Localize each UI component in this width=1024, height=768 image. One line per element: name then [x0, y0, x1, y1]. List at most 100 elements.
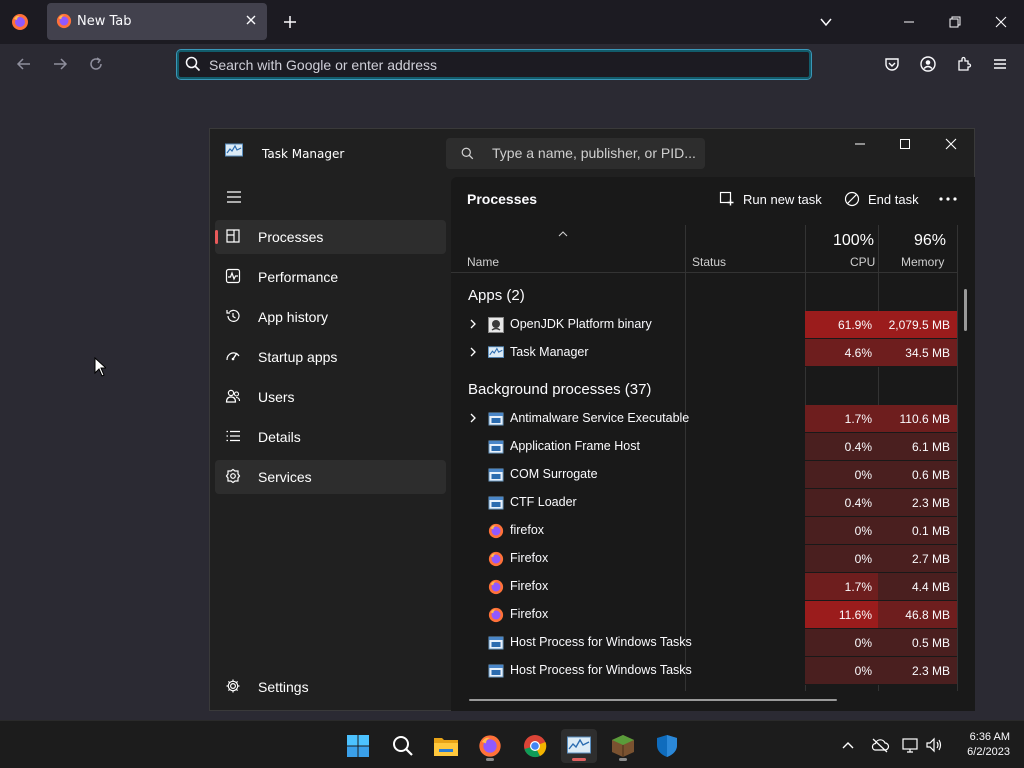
- list-tabs-chevron-icon[interactable]: [814, 10, 838, 34]
- column-status-header[interactable]: Status: [692, 255, 726, 269]
- taskbar-task-manager[interactable]: [561, 729, 597, 763]
- panel-title: Processes: [467, 191, 538, 207]
- firefox-icon: [478, 734, 502, 758]
- process-row[interactable]: Firefox 11.6% 46.8 MB: [451, 601, 957, 629]
- close-tab-icon[interactable]: [243, 12, 259, 28]
- taskbar-search-button[interactable]: [385, 729, 421, 763]
- taskbar-windows-security[interactable]: [649, 729, 685, 763]
- process-search-input[interactable]: [492, 144, 697, 162]
- run-new-task-button[interactable]: Run new task: [719, 189, 822, 209]
- column-memory-header[interactable]: Memory: [901, 255, 944, 269]
- process-cpu: 0.4%: [805, 433, 878, 461]
- process-name: Task Manager: [510, 345, 589, 359]
- process-row[interactable]: Task Manager 4.6% 34.5 MB: [451, 339, 957, 367]
- process-row[interactable]: Antimalware Service Executable 1.7% 110.6 …: [451, 405, 957, 433]
- taskbar-firefox[interactable]: [472, 729, 508, 763]
- expand-chevron-icon[interactable]: [469, 413, 477, 423]
- nav-item-details[interactable]: Details: [215, 420, 446, 454]
- firefox-menu-icon[interactable]: [8, 10, 32, 34]
- process-row[interactable]: COM Surrogate 0% 0.6 MB: [451, 461, 957, 489]
- nav-item-users[interactable]: Users: [215, 380, 446, 414]
- cpu-total-percent: 100%: [833, 232, 874, 249]
- process-row[interactable]: firefox 0% 0.1 MB: [451, 517, 957, 545]
- minimize-icon[interactable]: [897, 10, 921, 34]
- process-row[interactable]: Application Frame Host 0.4% 6.1 MB: [451, 433, 957, 461]
- minecraft-icon: [611, 734, 635, 758]
- firefox-tab-icon: [56, 13, 72, 29]
- group-header-apps[interactable]: Apps (2): [468, 287, 525, 304]
- process-row[interactable]: Firefox 0% 2.7 MB: [451, 545, 957, 573]
- new-tab-plus-icon[interactable]: [278, 10, 302, 34]
- history-icon: [225, 308, 241, 324]
- nav-item-processes[interactable]: Processes: [215, 220, 446, 254]
- account-icon[interactable]: [916, 52, 940, 76]
- nav-label: Processes: [258, 229, 324, 245]
- restore-icon[interactable]: [943, 10, 967, 34]
- chrome-icon: [523, 734, 547, 758]
- process-name: CTF Loader: [510, 495, 577, 509]
- processes-icon: [225, 228, 241, 244]
- taskbar-file-explorer[interactable]: [428, 729, 464, 763]
- window-icon: [488, 411, 504, 427]
- url-bar[interactable]: [176, 49, 812, 80]
- url-input[interactable]: [209, 56, 799, 74]
- nav-item-app-history[interactable]: App history: [215, 300, 446, 334]
- process-memory: 110.6 MB: [878, 405, 957, 433]
- pocket-icon[interactable]: [880, 52, 904, 76]
- start-button[interactable]: [340, 729, 376, 763]
- close-window-icon[interactable]: [989, 10, 1013, 34]
- reload-icon[interactable]: [84, 52, 108, 76]
- nav-item-settings[interactable]: Settings: [215, 670, 446, 704]
- process-row[interactable]: Host Process for Windows Tasks 0% 0.5 MB: [451, 629, 957, 657]
- process-row[interactable]: CTF Loader 0.4% 2.3 MB: [451, 489, 957, 517]
- nav-label: Services: [258, 469, 312, 485]
- end-task-label: End task: [868, 191, 919, 207]
- nav-item-performance[interactable]: Performance: [215, 260, 446, 294]
- forward-arrow-icon[interactable]: [48, 52, 72, 76]
- close-window-icon[interactable]: [939, 132, 963, 156]
- back-arrow-icon[interactable]: [12, 52, 36, 76]
- more-options-icon[interactable]: [936, 187, 960, 211]
- column-name-header[interactable]: Name: [467, 255, 499, 269]
- vertical-scrollbar-thumb[interactable]: [964, 289, 967, 331]
- network-icon[interactable]: [898, 733, 922, 757]
- nav-item-startup-apps[interactable]: Startup apps: [215, 340, 446, 374]
- extensions-icon[interactable]: [952, 52, 976, 76]
- horizontal-scrollbar-thumb[interactable]: [469, 699, 837, 701]
- taskbar-clock[interactable]: 6:36 AM 6/2/2023: [967, 730, 1010, 760]
- firefox-icon: [488, 579, 504, 595]
- end-task-button[interactable]: End task: [844, 189, 919, 209]
- taskbar-minecraft[interactable]: [605, 729, 641, 763]
- hamburger-menu-icon[interactable]: [988, 52, 1012, 76]
- process-memory: 0.5 MB: [878, 629, 957, 657]
- tab-new-tab[interactable]: New Tab: [47, 3, 267, 40]
- selection-indicator: [215, 230, 218, 244]
- sort-ascending-chevron-icon[interactable]: [558, 231, 568, 237]
- firefox-icon: [488, 523, 504, 539]
- users-icon: [225, 388, 241, 404]
- group-header-background[interactable]: Background processes (37): [468, 381, 651, 398]
- taskbar-chrome[interactable]: [517, 729, 553, 763]
- show-hidden-icons-chevron-icon[interactable]: [836, 733, 860, 757]
- process-cpu: 1.7%: [805, 573, 878, 601]
- window-icon: [488, 635, 504, 651]
- hamburger-menu-icon[interactable]: [222, 185, 246, 209]
- process-row[interactable]: Host Process for Windows Tasks 0% 2.3 MB: [451, 657, 957, 685]
- process-row[interactable]: OpenJDK Platform binary 61.9% 2,079.5 MB: [451, 311, 957, 339]
- windows-logo-icon: [346, 734, 370, 758]
- nav-item-services[interactable]: Services: [215, 460, 446, 494]
- column-cpu-header[interactable]: CPU: [850, 255, 875, 269]
- clock-time: 6:36 AM: [969, 731, 1010, 743]
- folder-icon: [433, 735, 459, 757]
- maximize-icon[interactable]: [893, 132, 917, 156]
- taskmgr-icon: [488, 345, 504, 361]
- process-name: Firefox: [510, 551, 549, 565]
- volume-icon[interactable]: [922, 733, 946, 757]
- cloud-offline-icon[interactable]: [868, 733, 892, 757]
- process-row[interactable]: Firefox 1.7% 4.4 MB: [451, 573, 957, 601]
- expand-chevron-icon[interactable]: [469, 347, 477, 357]
- process-search-box[interactable]: [446, 138, 705, 169]
- window-title: Task Manager: [262, 147, 345, 161]
- expand-chevron-icon[interactable]: [469, 319, 477, 329]
- minimize-icon[interactable]: [848, 132, 872, 156]
